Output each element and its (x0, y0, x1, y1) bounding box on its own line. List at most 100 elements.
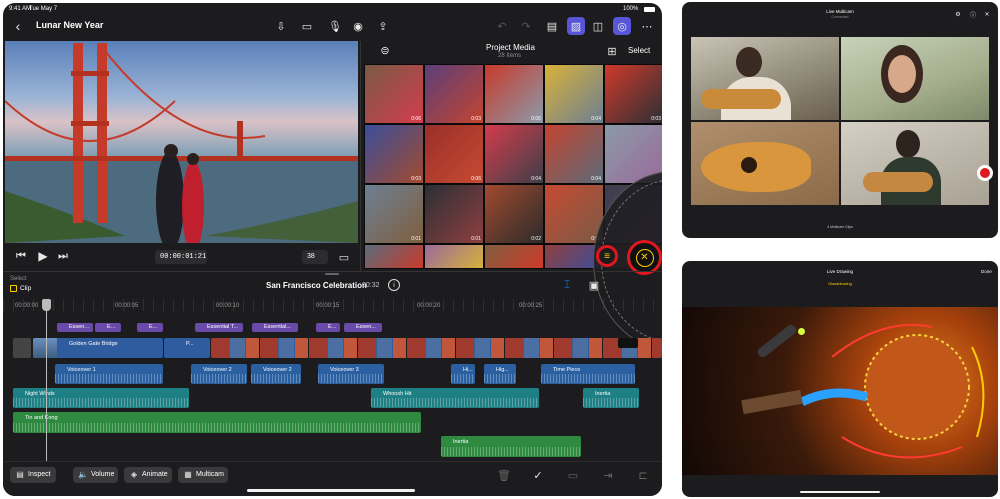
trim-handle-icon[interactable]: ≡ (596, 245, 618, 267)
camera-feed-1[interactable] (691, 37, 839, 120)
multicam-button[interactable]: ▦ Multicam (178, 467, 228, 483)
camera-feed-4[interactable] (841, 122, 989, 205)
camera-feed-2[interactable] (841, 37, 989, 120)
clip-mode-label[interactable]: Clip (20, 285, 31, 292)
camera-icon[interactable]: ▭ (300, 18, 314, 34)
title-clip[interactable]: Essen... (344, 323, 382, 332)
title-clip[interactable]: E... (137, 323, 163, 332)
undo-icon[interactable]: ↶ (495, 18, 509, 34)
camera-feed-3[interactable] (691, 122, 839, 205)
grid-view-icon[interactable]: ⊞ (605, 44, 619, 58)
main-ipad-screen: 9:41 AM Tue May 7 100% ‹ Lunar New Year … (3, 3, 662, 496)
music-clip[interactable]: Inertia (441, 436, 581, 457)
primary-clip-p[interactable]: P... (164, 338, 210, 358)
primary-clip-sequence[interactable] (211, 338, 662, 358)
record-button[interactable] (977, 165, 993, 181)
info-icon[interactable]: i (388, 279, 400, 291)
title-clip[interactable]: E... (95, 323, 121, 332)
media-thumbnail[interactable] (364, 244, 424, 269)
detach-icon[interactable]: ⇥ (601, 467, 615, 483)
drawing-clip-label: Glassblowing (828, 281, 852, 286)
animate-button[interactable]: ◈ Animate (124, 467, 172, 483)
inspector-icon[interactable]: ◫ (591, 18, 605, 34)
close-jog-button[interactable]: ✕ (627, 240, 662, 275)
drawing-done[interactable]: Done (981, 269, 992, 274)
aspect-icon[interactable]: ▭ (336, 249, 352, 265)
voiceover-icon[interactable]: ◉ (351, 18, 365, 34)
color-swatch[interactable] (798, 328, 805, 335)
lead-clip[interactable] (13, 338, 31, 358)
volume-button[interactable]: 🔈 Volume (73, 467, 118, 483)
voiceover-clip[interactable]: Voiceover 2 (191, 364, 247, 384)
resize-grabber[interactable] (325, 273, 339, 275)
timeline-options-icon[interactable]: ▣ (586, 279, 602, 292)
sound-effect-clip[interactable]: Whoosh Hit (371, 388, 539, 408)
audio-waveform (451, 374, 475, 383)
panel-divider[interactable] (360, 41, 361, 271)
media-thumbnail[interactable]: 0:03 (364, 124, 424, 184)
more-icon[interactable]: ⋯ (640, 18, 654, 34)
delete-icon[interactable]: 🗑 (497, 467, 511, 483)
primary-clip-golden-gate[interactable]: Golden Gate Bridge (33, 338, 163, 358)
jog-wheel-icon[interactable]: ◎ (613, 17, 631, 35)
multicam-info-icon[interactable]: ⓘ (968, 10, 978, 19)
media-thumbnail[interactable]: 0:06 (424, 124, 484, 184)
voiceover-clip[interactable]: Hig... (484, 364, 516, 384)
media-thumbnail[interactable]: 0:04 (544, 124, 604, 184)
drawing-canvas[interactable] (682, 307, 998, 475)
video-viewer[interactable] (5, 41, 358, 243)
share-icon[interactable]: ⇪ (376, 18, 390, 34)
media-thumbnail[interactable]: 0:04 (544, 64, 604, 124)
checkmark-icon[interactable]: ✓ (531, 467, 545, 483)
microphone-icon[interactable]: 🎙 (328, 18, 342, 34)
filter-icon[interactable]: ⊜ (378, 43, 392, 57)
skip-back-icon[interactable]: ⏮ (15, 250, 27, 262)
title-clip[interactable]: Essen... (57, 323, 93, 332)
skip-forward-icon[interactable]: ⏭ (57, 250, 69, 262)
playhead[interactable] (46, 300, 47, 465)
zoom-field[interactable] (302, 250, 328, 264)
music-clip[interactable]: Tin and Kong (13, 412, 421, 433)
clip-mode-icon[interactable] (10, 285, 17, 292)
media-thumbnail[interactable]: 0:03 (604, 64, 662, 124)
voiceover-clip[interactable]: Voiceover 2 (251, 364, 301, 384)
play-icon[interactable]: ▶ (36, 248, 50, 264)
voiceover-clip[interactable]: Voiceover 3 (318, 364, 384, 384)
media-thumbnail[interactable] (424, 244, 484, 269)
multicam-settings-icon[interactable]: ⚙ (953, 10, 963, 18)
sound-effect-clip[interactable]: Night Winds (13, 388, 189, 408)
media-thumbnail[interactable]: 0:06 (364, 64, 424, 124)
duplicate-icon[interactable]: ▭ (566, 467, 580, 483)
multicam-close-icon[interactable]: ✕ (982, 10, 992, 18)
photos-icon[interactable]: ▨ (567, 17, 585, 35)
thumbnail-duration: 0:04 (591, 176, 601, 182)
media-thumbnail[interactable]: 0:02 (484, 184, 544, 244)
media-thumbnail[interactable]: 0:04 (484, 124, 544, 184)
split-icon[interactable]: ⊏ (636, 467, 650, 483)
drawing-home-indicator[interactable] (800, 491, 880, 493)
home-indicator[interactable] (247, 489, 415, 492)
snapping-icon[interactable]: ⌶ (559, 279, 575, 291)
viewer-toggle-icon[interactable]: ▤ (545, 18, 559, 34)
title-clip[interactable]: Essential... (252, 323, 298, 332)
import-icon[interactable]: ⇩ (274, 18, 288, 34)
voiceover-clip[interactable]: Time Piece (541, 364, 635, 384)
title-clip[interactable]: Essential T... (195, 323, 243, 332)
browser-select[interactable]: Select (628, 46, 650, 55)
media-thumbnail[interactable]: 0:01 (424, 184, 484, 244)
sound-effect-clip[interactable]: Inertia (583, 388, 639, 408)
media-thumbnail[interactable] (484, 244, 544, 269)
thumbnail-duration: 0:01 (471, 236, 481, 242)
primary-clip-end[interactable] (618, 338, 638, 348)
title-clip[interactable]: E... (316, 323, 340, 332)
inspect-button[interactable]: ▤ Inspect (10, 467, 56, 483)
media-thumbnail[interactable]: 0:06 (484, 64, 544, 124)
playhead-handle[interactable] (42, 299, 51, 311)
redo-icon[interactable]: ↷ (519, 18, 533, 34)
media-thumbnail[interactable]: 0:03 (424, 64, 484, 124)
voiceover-clip[interactable]: Voiceover 1 (55, 364, 163, 384)
voiceover-clip[interactable]: Hi... (451, 364, 475, 384)
media-thumbnail[interactable]: 0:01 (544, 184, 604, 244)
back-chevron-icon[interactable]: ‹ (11, 18, 25, 34)
media-thumbnail[interactable]: 0:01 (364, 184, 424, 244)
